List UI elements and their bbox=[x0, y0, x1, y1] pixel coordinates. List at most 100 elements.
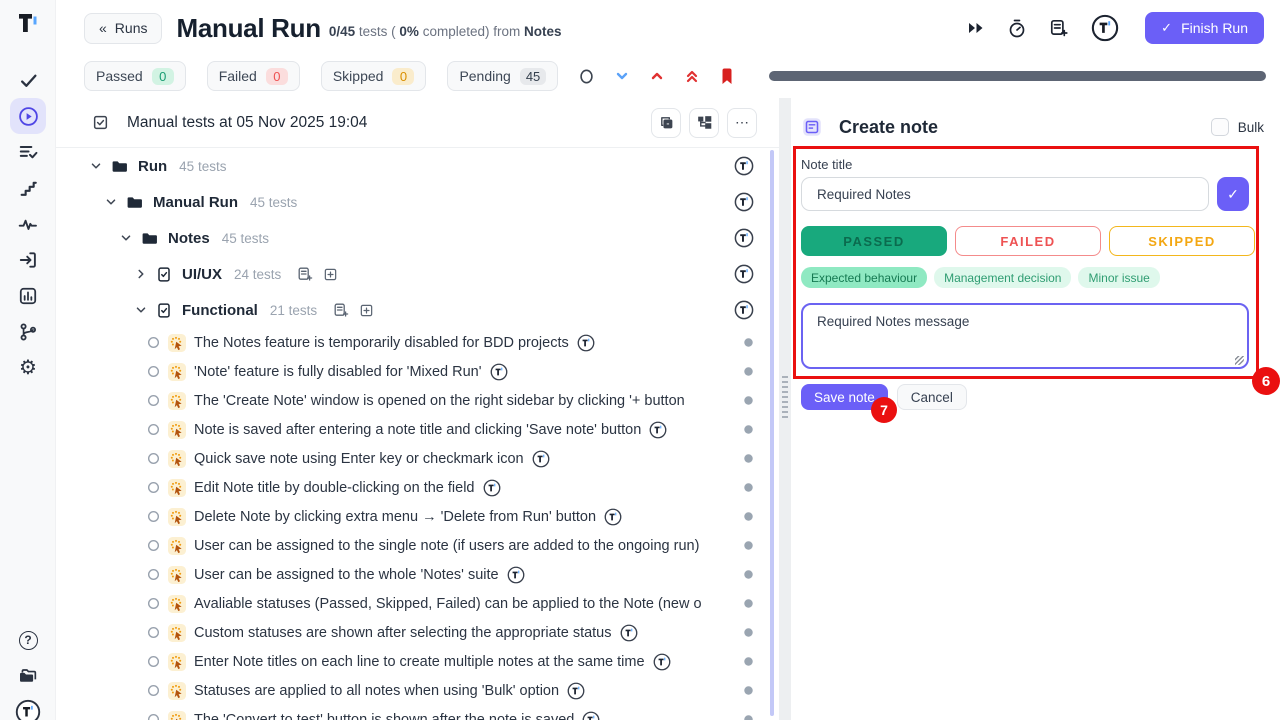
sidebar-item-test-plans[interactable] bbox=[10, 134, 46, 170]
sidebar-nav: ⚙ bbox=[0, 62, 56, 386]
pending-test-icon bbox=[168, 334, 186, 352]
add-note-icon[interactable] bbox=[333, 302, 349, 318]
tree-folder-row[interactable]: UI/UX24 tests bbox=[56, 256, 779, 292]
test-row[interactable]: Note is saved after entering a note titl… bbox=[56, 415, 779, 444]
status-circle-icon[interactable] bbox=[579, 68, 594, 85]
test-title: The Notes feature is temporarily disable… bbox=[194, 335, 569, 351]
tree-view-button[interactable] bbox=[689, 108, 719, 138]
test-tree-panel: Manual tests at 05 Nov 2025 19:04 ⋯ Run4… bbox=[56, 98, 779, 720]
fast-forward-icon[interactable] bbox=[967, 20, 985, 36]
add-note-icon[interactable] bbox=[1049, 18, 1069, 38]
app-logo-icon[interactable] bbox=[0, 10, 56, 38]
filter-failed[interactable]: Failed0 bbox=[207, 61, 300, 91]
folder-label: UI/UX bbox=[182, 266, 222, 283]
collapse-all-up-icon[interactable] bbox=[685, 68, 699, 84]
document-check-icon bbox=[92, 114, 109, 131]
tree-header-actions: ⋯ bbox=[651, 108, 757, 138]
quick-save-check-button[interactable]: ✓ bbox=[1217, 177, 1249, 211]
collapse-down-icon[interactable] bbox=[615, 69, 629, 83]
finish-run-button[interactable]: ✓ Finish Run bbox=[1145, 12, 1264, 44]
test-row[interactable]: The 'Convert to test' button is shown af… bbox=[56, 705, 779, 720]
pending-test-icon bbox=[168, 537, 186, 555]
sidebar-item-settings[interactable]: ⚙ bbox=[10, 350, 46, 386]
tree-folder-row[interactable]: Notes45 tests bbox=[56, 220, 779, 256]
sidebar-item-help[interactable]: ? bbox=[10, 622, 46, 658]
testomat-badge-icon bbox=[577, 334, 595, 352]
filter-pending[interactable]: Pending45 bbox=[447, 61, 558, 91]
test-row[interactable]: Delete Note by clicking extra menu → 'De… bbox=[56, 502, 779, 531]
sidebar-item-ready-tests[interactable] bbox=[10, 62, 46, 98]
failed-status-button[interactable]: FAILED bbox=[955, 226, 1101, 256]
back-to-runs-button[interactable]: « Runs bbox=[84, 13, 162, 44]
sidebar-item-org-logo[interactable] bbox=[10, 694, 46, 720]
status-tag[interactable]: Minor issue bbox=[1078, 267, 1159, 288]
more-options-button[interactable]: ⋯ bbox=[727, 108, 757, 138]
sidebar-item-branches[interactable] bbox=[10, 314, 46, 350]
tree-folder-row[interactable]: Functional21 tests bbox=[56, 292, 779, 328]
add-note-icon[interactable] bbox=[297, 266, 313, 282]
status-buttons: PASSED FAILED SKIPPED bbox=[801, 226, 1255, 256]
timer-icon[interactable] bbox=[1007, 18, 1027, 39]
passed-status-button[interactable]: PASSED bbox=[801, 226, 947, 256]
testomat-badge-icon bbox=[620, 624, 638, 642]
test-row[interactable]: User can be assigned to the whole 'Notes… bbox=[56, 560, 779, 589]
test-title: Note is saved after entering a note titl… bbox=[194, 422, 641, 438]
tree-title: Manual tests at 05 Nov 2025 19:04 bbox=[127, 114, 367, 132]
tree-folder-row[interactable]: Manual Run45 tests bbox=[56, 184, 779, 220]
sidebar-item-reports[interactable] bbox=[10, 278, 46, 314]
test-row[interactable]: 'Note' feature is fully disabled for 'Mi… bbox=[56, 357, 779, 386]
filter-skipped[interactable]: Skipped0 bbox=[321, 61, 427, 91]
test-row[interactable]: Avaliable statuses (Passed, Skipped, Fai… bbox=[56, 589, 779, 618]
test-row[interactable]: Edit Note title by double-clicking on th… bbox=[56, 473, 779, 502]
copy-tree-button[interactable] bbox=[651, 108, 681, 138]
sidebar-item-projects[interactable] bbox=[10, 658, 46, 694]
bulk-toggle[interactable]: Bulk bbox=[1211, 118, 1264, 136]
test-row[interactable]: Custom statuses are shown after selectin… bbox=[56, 618, 779, 647]
user-logo-icon[interactable] bbox=[1091, 14, 1119, 42]
cancel-button[interactable]: Cancel bbox=[897, 384, 967, 410]
note-message-textarea[interactable] bbox=[801, 303, 1249, 369]
passed-count-badge: 0 bbox=[152, 68, 174, 85]
pending-test-icon bbox=[168, 711, 186, 720]
suite-actions bbox=[297, 266, 338, 282]
folders-icon bbox=[18, 666, 38, 686]
testomat-badge-icon bbox=[734, 300, 754, 320]
sidebar-item-analytics-pulse[interactable] bbox=[10, 206, 46, 242]
list-check-icon bbox=[18, 142, 38, 162]
test-status-circle-icon bbox=[147, 365, 160, 378]
status-tag[interactable]: Expected behaviour bbox=[801, 267, 927, 288]
test-row[interactable]: Statuses are applied to all notes when u… bbox=[56, 676, 779, 705]
panel-divider[interactable] bbox=[779, 98, 791, 720]
play-circle-icon bbox=[18, 106, 39, 127]
testomat-badge-icon bbox=[649, 421, 667, 439]
sidebar-item-runs[interactable] bbox=[10, 98, 46, 134]
sidebar-item-import[interactable] bbox=[10, 242, 46, 278]
sidebar-bottom: ? bbox=[0, 622, 56, 720]
test-row[interactable]: The Notes feature is temporarily disable… bbox=[56, 328, 779, 357]
tree-scrollbar[interactable] bbox=[770, 150, 774, 716]
test-row[interactable]: Enter Note titles on each line to create… bbox=[56, 647, 779, 676]
skipped-status-button[interactable]: SKIPPED bbox=[1109, 226, 1255, 256]
test-title: The 'Create Note' window is opened on th… bbox=[194, 393, 685, 409]
tree-folder-row[interactable]: Run45 tests bbox=[56, 148, 779, 184]
save-note-button[interactable]: Save note bbox=[801, 384, 888, 410]
testomat-badge-icon bbox=[490, 363, 508, 381]
add-test-icon[interactable] bbox=[323, 266, 338, 282]
bookmark-icon[interactable] bbox=[720, 68, 734, 85]
filter-passed[interactable]: Passed0 bbox=[84, 61, 186, 91]
test-status-circle-icon bbox=[147, 568, 160, 581]
status-tag[interactable]: Management decision bbox=[934, 267, 1071, 288]
pending-test-icon bbox=[168, 595, 186, 613]
sidebar-item-milestones[interactable] bbox=[10, 170, 46, 206]
test-status-circle-icon bbox=[147, 655, 160, 668]
note-title-input[interactable] bbox=[801, 177, 1209, 211]
test-row[interactable]: The 'Create Note' window is opened on th… bbox=[56, 386, 779, 415]
bulk-checkbox[interactable] bbox=[1211, 118, 1229, 136]
collapse-up-icon[interactable] bbox=[650, 69, 664, 83]
test-row[interactable]: User can be assigned to the single note … bbox=[56, 531, 779, 560]
test-title: Avaliable statuses (Passed, Skipped, Fai… bbox=[194, 596, 702, 612]
add-test-icon[interactable] bbox=[359, 302, 374, 318]
test-row[interactable]: Quick save note using Enter key or check… bbox=[56, 444, 779, 473]
test-state-dot-icon bbox=[743, 482, 754, 493]
git-branch-icon bbox=[18, 322, 38, 342]
